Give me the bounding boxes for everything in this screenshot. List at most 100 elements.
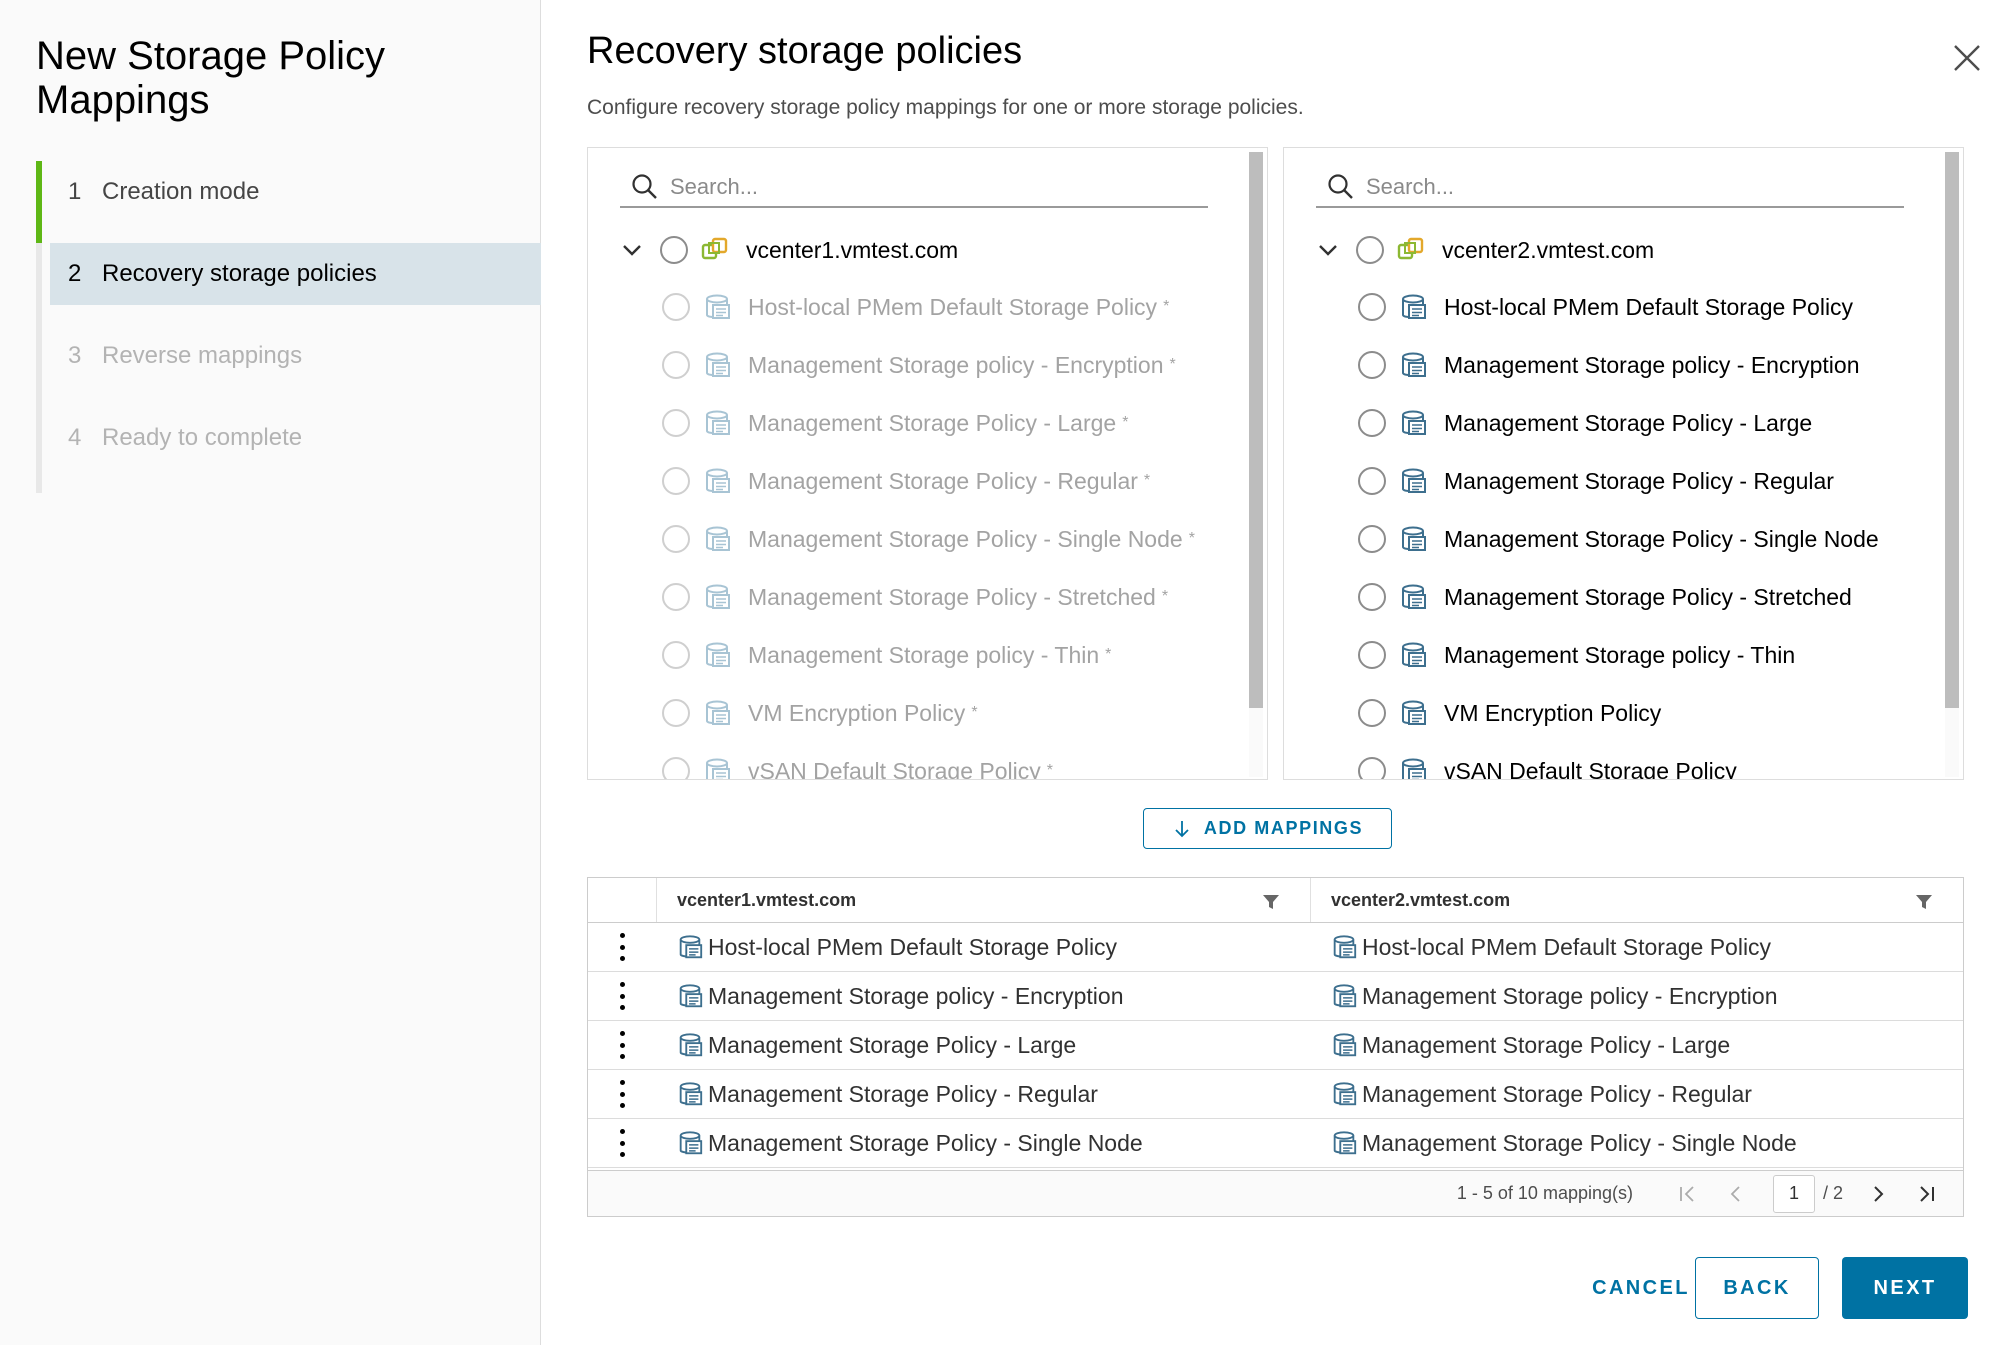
back-button[interactable]: BACK (1695, 1257, 1819, 1319)
policy-radio[interactable] (1358, 293, 1386, 321)
policy-radio[interactable] (1358, 467, 1386, 495)
storage-policy-icon (679, 935, 703, 959)
row-actions-button[interactable] (588, 923, 656, 971)
policy-radio[interactable] (1358, 525, 1386, 553)
table-row: Host-local PMem Default Storage Policy H… (588, 923, 1963, 972)
storage-policy-icon (1333, 1082, 1357, 1106)
storage-policy-icon (1402, 352, 1426, 377)
policy-radio (662, 409, 690, 437)
steps-rail-progress (36, 161, 42, 243)
row-actions-button[interactable] (588, 1119, 656, 1167)
column-header-target[interactable]: vcenter2.vmtest.com (1310, 878, 1963, 922)
storage-policy-icon (1402, 294, 1426, 319)
cell-text: Host-local PMem Default Storage Policy (1362, 933, 1772, 960)
policy-radio[interactable] (1358, 351, 1386, 379)
add-mappings-button[interactable]: ADD MAPPINGS (1143, 808, 1392, 849)
search-input[interactable] (1366, 174, 1886, 200)
wizard-steps: 1 Creation mode 2 Recovery storage polic… (36, 161, 541, 493)
storage-policy-icon (1402, 410, 1426, 435)
storage-policy-icon (706, 642, 730, 667)
source-policy-cell: Management Storage policy - Encryption (656, 972, 1310, 1020)
storage-policy-icon (679, 1082, 703, 1106)
policy-radio[interactable] (1358, 699, 1386, 727)
policy-radio (662, 641, 690, 669)
step-label: Reverse mappings (102, 342, 303, 369)
storage-policy-icon (1333, 1131, 1357, 1155)
search-input[interactable] (670, 174, 1190, 200)
row-actions-button[interactable] (588, 1021, 656, 1069)
source-policy-item: VM Encryption Policy * (662, 684, 1195, 742)
source-policy-item: Host-local PMem Default Storage Policy * (662, 278, 1195, 336)
table-row: Management Storage Policy - Large Manage… (588, 1021, 1963, 1070)
previous-page-icon[interactable] (1725, 1183, 1747, 1205)
storage-policy-icon (706, 410, 730, 435)
last-page-icon[interactable] (1915, 1183, 1937, 1205)
scrollbar-thumb[interactable] (1249, 152, 1263, 708)
policy-label: vSAN Default Storage Policy (1444, 757, 1737, 780)
chevron-down-icon[interactable] (620, 238, 644, 262)
chevron-down-icon[interactable] (1316, 238, 1340, 262)
next-page-icon[interactable] (1867, 1183, 1889, 1205)
tree-root-radio[interactable] (1356, 236, 1384, 264)
target-policy-cell: Management Storage policy - Encryption (1310, 972, 1963, 1020)
step-reverse-mappings: 3 Reverse mappings (50, 325, 541, 387)
filter-icon[interactable] (1262, 893, 1280, 911)
tree-root-label: vcenter2.vmtest.com (1442, 236, 1655, 263)
target-policy-item[interactable]: Management Storage policy - Thin (1358, 626, 1879, 684)
cell-text: Management Storage Policy - Large (708, 1031, 1077, 1058)
target-policy-item[interactable]: Management Storage Policy - Large (1358, 394, 1879, 452)
source-policy-item: Management Storage policy - Encryption * (662, 336, 1195, 394)
target-policy-item[interactable]: Host-local PMem Default Storage Policy (1358, 278, 1879, 336)
target-policy-cell: Management Storage Policy - Large (1310, 1021, 1963, 1069)
close-icon[interactable] (1951, 42, 1983, 74)
column-header-source[interactable]: vcenter1.vmtest.com (656, 878, 1310, 922)
policy-asterisk: * (1122, 414, 1129, 431)
policy-radio (662, 757, 690, 779)
target-policy-item[interactable]: Management Storage Policy - Regular (1358, 452, 1879, 510)
kebab-menu-icon (618, 1080, 626, 1108)
storage-policy-icon (1402, 468, 1426, 493)
filter-icon[interactable] (1915, 893, 1933, 911)
row-actions-button[interactable] (588, 1070, 656, 1118)
mappings-datagrid: vcenter1.vmtest.com vcenter2.vmtest.com … (587, 877, 1964, 1217)
policy-label: Management Storage Policy - Regular (1444, 467, 1834, 494)
source-policy-cell: Management Storage Policy - Large (656, 1021, 1310, 1069)
target-policy-item[interactable]: vSAN Default Storage Policy (1358, 742, 1879, 780)
policy-radio (662, 583, 690, 611)
step-recovery-storage-policies[interactable]: 2 Recovery storage policies (50, 243, 541, 305)
target-policy-item[interactable]: Management Storage Policy - Stretched (1358, 568, 1879, 626)
vcenter-icon (701, 237, 728, 260)
step-creation-mode[interactable]: 1 Creation mode (50, 161, 541, 223)
row-actions-button[interactable] (588, 972, 656, 1020)
add-mappings-label: ADD MAPPINGS (1203, 818, 1364, 838)
policy-radio[interactable] (1358, 641, 1386, 669)
source-policy-item: Management Storage policy - Thin * (662, 626, 1195, 684)
storage-policy-icon (706, 352, 730, 377)
scrollbar-thumb[interactable] (1945, 152, 1959, 708)
policy-radio (662, 467, 690, 495)
policy-radio[interactable] (1358, 583, 1386, 611)
current-page-input[interactable] (1772, 1174, 1815, 1213)
storage-policy-icon (706, 584, 730, 609)
target-policy-item[interactable]: Management Storage Policy - Single Node (1358, 510, 1879, 568)
tree-root-radio[interactable] (660, 236, 688, 264)
cell-text: Management Storage Policy - Single Node (708, 1129, 1143, 1156)
source-policy-item: Management Storage Policy - Single Node * (662, 510, 1195, 568)
source-policy-list: Host-local PMem Default Storage Policy * … (662, 278, 1195, 779)
first-page-icon[interactable] (1677, 1183, 1699, 1205)
cell-text: Management Storage Policy - Large (1362, 1031, 1731, 1058)
policy-asterisk: * (1169, 356, 1176, 373)
search-box (620, 168, 1208, 208)
storage-policy-icon (706, 700, 730, 725)
policy-radio[interactable] (1358, 757, 1386, 779)
table-row: Management Storage policy - Encryption M… (588, 972, 1963, 1021)
cell-text: Management Storage Policy - Regular (708, 1080, 1098, 1107)
next-button[interactable]: NEXT (1842, 1257, 1968, 1319)
target-policy-item[interactable]: Management Storage policy - Encryption (1358, 336, 1879, 394)
search-box (1316, 168, 1904, 208)
policy-radio (662, 351, 690, 379)
policy-label: Management Storage policy - Encryption (748, 351, 1164, 378)
policy-radio[interactable] (1358, 409, 1386, 437)
storage-policy-icon (706, 468, 730, 493)
target-policy-item[interactable]: VM Encryption Policy (1358, 684, 1879, 742)
